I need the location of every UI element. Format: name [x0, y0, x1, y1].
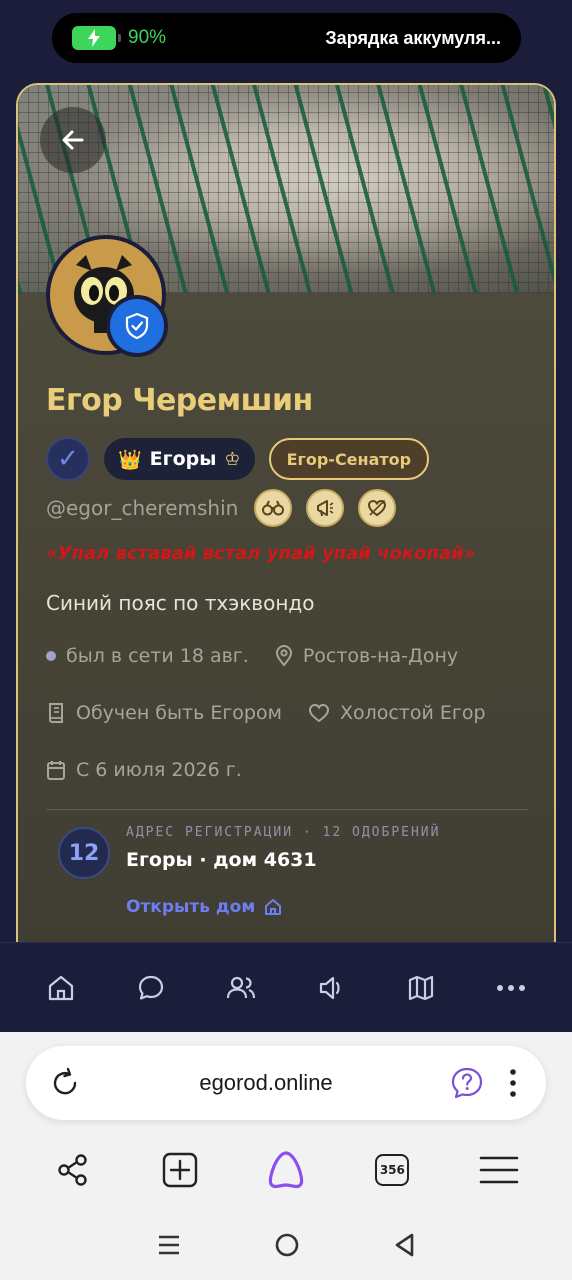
arrow-left-icon	[62, 130, 84, 150]
status-bar: 90% Зарядка аккумуля...	[0, 0, 572, 80]
open-house-link[interactable]: Открыть дом	[126, 897, 283, 917]
share-icon[interactable]	[43, 1140, 103, 1200]
education-text: Обучен быть Егором	[76, 702, 282, 724]
profile-name: Егор Черемшин	[46, 383, 313, 418]
relationship: Холостой Егор	[308, 702, 486, 724]
address-bar[interactable]: egorod.online	[26, 1046, 546, 1120]
handle-row: @egor_cheremshin	[46, 489, 410, 527]
megaphone-icon[interactable]	[306, 489, 345, 527]
joined-date: С 6 июля 2026 г.	[46, 759, 242, 781]
heart-icon	[308, 703, 330, 723]
app-bottom-nav	[0, 942, 572, 1032]
crown-icon: 👑	[118, 448, 142, 471]
registration-address: Егоры · дом 4631	[126, 849, 317, 871]
title-badge[interactable]: Егор-Сенатор	[268, 438, 430, 480]
title-badge-label: Егор-Сенатор	[286, 449, 412, 469]
tabs-count-button[interactable]: 356	[362, 1140, 422, 1200]
verified-shield-icon	[106, 295, 168, 357]
status-pill: 90% Зарядка аккумуля...	[52, 13, 521, 63]
crown-outline-icon: ♔	[224, 448, 241, 470]
people-icon[interactable]	[217, 964, 265, 1012]
joined-text: С 6 июля 2026 г.	[76, 759, 242, 781]
cupid-heart-icon[interactable]	[358, 489, 397, 527]
system-nav-bar	[0, 1210, 572, 1280]
meta-row-2: Обучен быть Егором Холостой Егор	[46, 702, 512, 724]
back-button[interactable]	[40, 107, 106, 173]
last-seen-text: был в сети 18 авг.	[66, 645, 249, 667]
reload-icon[interactable]	[48, 1066, 82, 1100]
url-text[interactable]: egorod.online	[82, 1070, 450, 1096]
kebab-menu-icon[interactable]	[502, 1066, 524, 1100]
username-handle: @egor_cheremshin	[46, 496, 239, 520]
location: Ростов-на-Дону	[275, 645, 458, 667]
checkmark-icon: ✓	[46, 437, 90, 481]
calendar-icon	[46, 759, 66, 781]
hamburger-menu-icon[interactable]	[469, 1140, 529, 1200]
browser-bottom-bar: 356	[0, 1140, 572, 1200]
assistant-question-icon[interactable]	[450, 1066, 484, 1100]
location-pin-icon	[275, 645, 293, 667]
badges-row: ✓ 👑 Егоры ♔ Егор-Сенатор	[46, 437, 430, 481]
home-circle-icon[interactable]	[274, 1232, 300, 1258]
location-text: Ростов-на-Дону	[302, 645, 459, 667]
relationship-text: Холостой Егор	[339, 702, 486, 724]
home-icon[interactable]	[37, 964, 85, 1012]
house-icon	[265, 899, 282, 915]
map-icon[interactable]	[397, 964, 445, 1012]
more-icon[interactable]	[487, 964, 535, 1012]
education: Обучен быть Егором	[46, 702, 282, 724]
charging-notification[interactable]: Зарядка аккумуля...	[325, 28, 501, 49]
meta-row-3: С 6 июля 2026 г.	[46, 759, 268, 781]
profile-quote: «Упал вставай встал упай упай чокопай»	[46, 543, 476, 564]
online-status-dot-icon	[46, 651, 56, 661]
group-badge-label: Егоры	[149, 448, 217, 470]
last-seen: был в сети 18 авг.	[46, 645, 249, 667]
recent-apps-icon[interactable]	[157, 1233, 181, 1257]
book-icon	[46, 702, 66, 724]
divider	[46, 809, 528, 810]
tabs-count: 356	[375, 1154, 410, 1186]
group-badge[interactable]: 👑 Егоры ♔	[104, 438, 255, 480]
browser-toolbar: egorod.online 356	[0, 1032, 572, 1280]
battery-icon	[72, 26, 121, 50]
chat-icon[interactable]	[127, 964, 175, 1012]
open-house-label: Открыть дом	[126, 897, 256, 917]
registration-label: АДРЕС РЕГИСТРАЦИИ · 12 ОДОБРЕНИЙ	[126, 825, 441, 840]
meta-row-1: был в сети 18 авг. Ростов-на-Дону	[46, 645, 484, 667]
approvals-count-badge: 12	[58, 827, 110, 879]
battery-percent: 90%	[128, 27, 167, 48]
alice-assistant-icon[interactable]	[256, 1140, 316, 1200]
new-tab-icon[interactable]	[150, 1140, 210, 1200]
back-triangle-icon[interactable]	[393, 1232, 415, 1258]
speaker-icon[interactable]	[307, 964, 355, 1012]
profile-card: Егор Черемшин ✓ 👑 Егоры ♔ Егор-Сенатор @…	[16, 83, 556, 963]
profile-bio: Синий пояс по тхэквондо	[46, 591, 315, 615]
binoculars-icon[interactable]	[254, 489, 293, 527]
